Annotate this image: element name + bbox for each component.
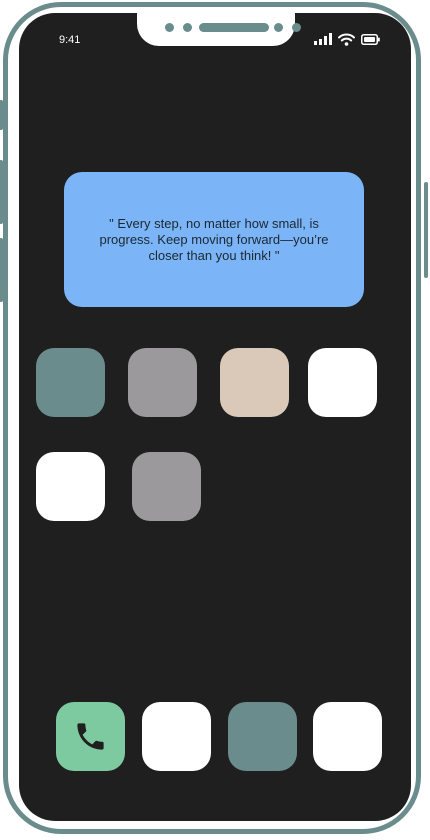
battery-icon	[361, 33, 380, 45]
mute-switch[interactable]	[0, 100, 3, 130]
front-camera	[274, 23, 283, 32]
phone-icon	[77, 723, 104, 750]
status-time: 9:41	[59, 34, 81, 46]
quote-widget[interactable]: " Every step, no matter how small, is pr…	[64, 172, 364, 307]
dock-app-icon[interactable]	[228, 702, 297, 771]
earpiece-speaker	[199, 23, 269, 32]
volume-down-button[interactable]	[0, 238, 3, 302]
volume-up-button[interactable]	[0, 160, 3, 224]
power-button[interactable]	[424, 182, 428, 278]
notch	[137, 13, 301, 46]
dock-app-phone[interactable]	[56, 702, 125, 771]
quote-text: " Every step, no matter how small, is pr…	[99, 215, 329, 263]
signal-icon	[314, 33, 332, 45]
dock-app-icon[interactable]	[142, 702, 211, 771]
app-icon[interactable]	[128, 348, 197, 417]
app-icon[interactable]	[220, 348, 289, 417]
sensor-dot	[165, 23, 174, 32]
app-icon[interactable]	[132, 452, 201, 521]
app-icon[interactable]	[36, 452, 105, 521]
status-icons	[314, 31, 380, 47]
app-icon[interactable]	[36, 348, 105, 417]
app-icon[interactable]	[308, 348, 377, 417]
home-screen: 9:41 " Every step, no matter how small, …	[19, 13, 411, 821]
dock-app-icon[interactable]	[313, 702, 382, 771]
wifi-icon	[338, 33, 355, 46]
sensor-dot	[183, 23, 192, 32]
sensor-dot	[292, 23, 301, 32]
